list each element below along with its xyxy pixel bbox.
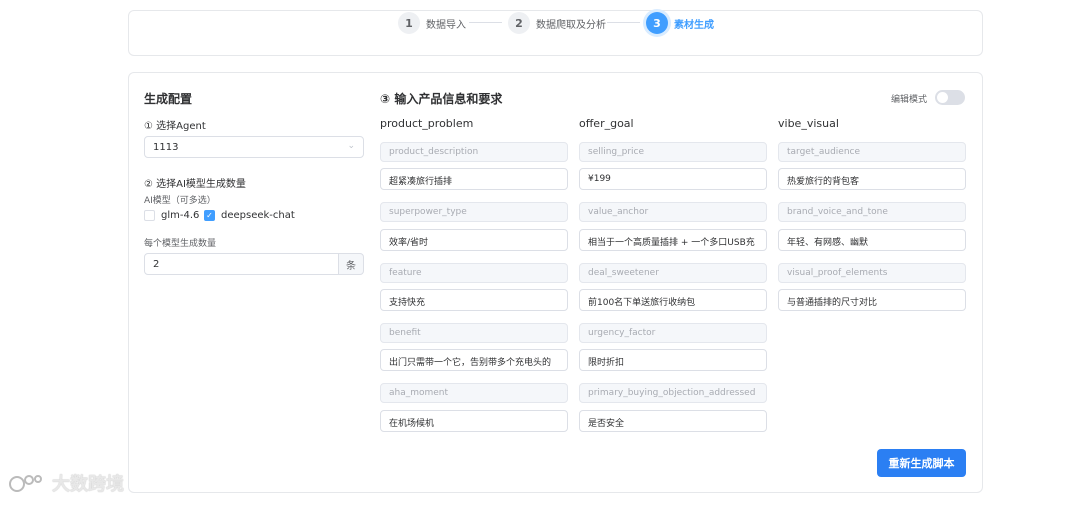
step-2[interactable]: 2 数据爬取及分析	[508, 11, 606, 35]
step-3[interactable]: 3 素材生成	[646, 11, 714, 35]
field-key: urgency_factor	[579, 323, 767, 343]
field-value-input[interactable]: 限时折扣	[579, 349, 767, 371]
field-value-input[interactable]: 热爱旅行的背包客	[778, 168, 966, 190]
count-unit: 条	[338, 253, 364, 275]
watermark-logo: 大数跨境	[8, 470, 124, 496]
count-label: 每个模型生成数量	[144, 239, 217, 249]
field-value-input[interactable]: 前100名下单送旅行收纳包	[579, 289, 767, 311]
step-3-label: 素材生成	[674, 19, 714, 31]
field-value-input[interactable]: 效率/省时	[380, 229, 568, 251]
agent-select-value: 1113	[153, 142, 179, 153]
checkbox[interactable]	[144, 210, 155, 221]
step-3-number: 3	[646, 12, 668, 34]
config-title: 生成配置	[144, 92, 193, 106]
chevron-down-icon: ⌄	[347, 141, 355, 151]
field-key: deal_sweetener	[579, 263, 767, 283]
column-header: offer_goal	[579, 117, 634, 130]
step-2-label: 数据爬取及分析	[536, 19, 606, 31]
step-2-number: 2	[508, 12, 530, 34]
field-key: primary_buying_objection_addressed	[579, 383, 767, 403]
field-value-input[interactable]: 与普通插排的尺寸对比	[778, 289, 966, 311]
watermark-icon	[9, 475, 42, 492]
regenerate-script-button[interactable]: 重新生成脚本	[877, 449, 966, 477]
field-value-input[interactable]: 支持快充	[380, 289, 568, 311]
field-value-input[interactable]: 超紧凑旅行插排	[380, 168, 568, 190]
field-value-input[interactable]: 出门只需带一个它，告别带多个充电头的	[380, 349, 568, 371]
field-value-input[interactable]: 是否安全	[579, 410, 767, 432]
step-1[interactable]: 1 数据导入	[398, 11, 466, 35]
step-connector	[469, 22, 502, 23]
field-key: feature	[380, 263, 568, 283]
edit-mode-label: 编辑模式	[891, 95, 928, 105]
field-key: superpower_type	[380, 202, 568, 222]
model-option-label: glm-4.6	[161, 210, 200, 221]
field-key: value_anchor	[579, 202, 767, 222]
product-title: ③ 输入产品信息和要求	[380, 92, 503, 106]
model-section-label: ② 选择AI模型生成数量	[144, 179, 246, 190]
column-header: vibe_visual	[778, 117, 839, 130]
field-key: selling_price	[579, 142, 767, 162]
step-1-number: 1	[398, 12, 420, 34]
model-option-label: deepseek-chat	[221, 210, 295, 221]
field-key: aha_moment	[380, 383, 568, 403]
field-value-input[interactable]: 年轻、有网感、幽默	[778, 229, 966, 251]
column-header: product_problem	[380, 117, 474, 130]
field-value-input[interactable]: 在机场候机	[380, 410, 568, 432]
step-connector	[607, 22, 640, 23]
count-input[interactable]: 2	[144, 253, 339, 275]
field-key: visual_proof_elements	[778, 263, 966, 283]
toggle-knob	[937, 92, 948, 103]
agent-label: ① 选择Agent	[144, 121, 206, 132]
checkbox-checked-icon[interactable]: ✓	[204, 210, 215, 221]
count-value: 2	[153, 259, 160, 270]
field-key: benefit	[380, 323, 568, 343]
step-1-label: 数据导入	[426, 19, 466, 31]
model-sub-label: AI模型（可多选）	[144, 196, 216, 206]
field-value-input[interactable]: ¥199	[579, 168, 767, 190]
model-option-glm[interactable]: glm-4.6	[144, 210, 199, 221]
field-value-input[interactable]: 相当于一个高质量插排 + 一个多口USB充	[579, 229, 767, 251]
model-option-deepseek[interactable]: ✓ deepseek-chat	[204, 210, 295, 221]
edit-mode-toggle[interactable]	[935, 90, 965, 105]
field-key: target_audience	[778, 142, 966, 162]
field-key: brand_voice_and_tone	[778, 202, 966, 222]
agent-select[interactable]: 1113 ⌄	[144, 136, 364, 158]
watermark-text: 大数跨境	[52, 474, 124, 495]
field-key: product_description	[380, 142, 568, 162]
